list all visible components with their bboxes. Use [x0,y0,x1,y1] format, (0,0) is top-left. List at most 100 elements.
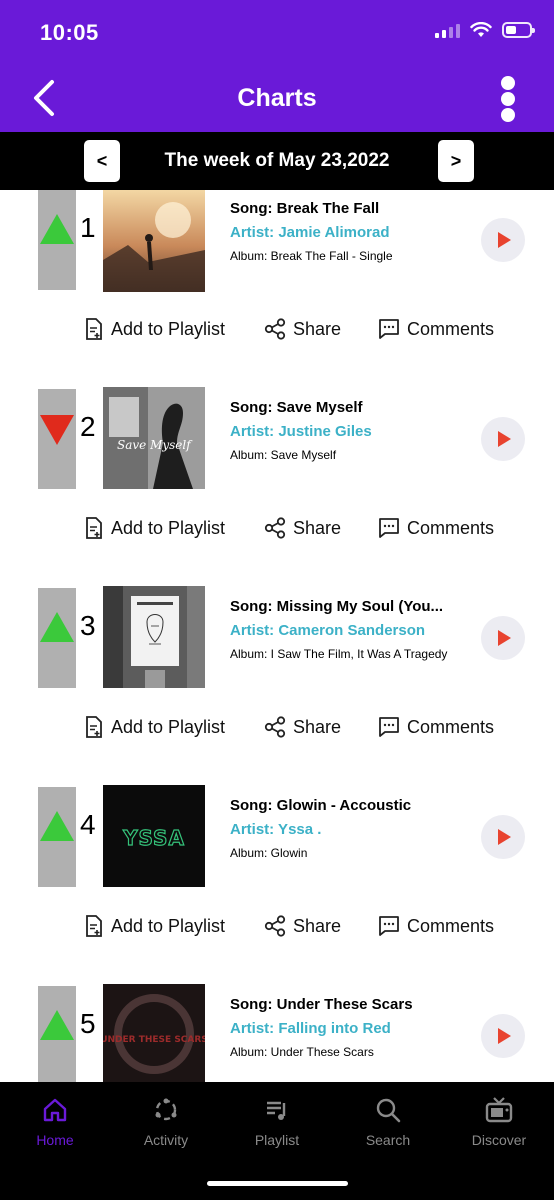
rank-number: 4 [80,809,96,840]
artist-name[interactable]: Artist: Falling into Red [230,1020,391,1037]
trend-up-icon [40,811,74,841]
tab-discover[interactable]: Discover [444,1096,554,1148]
share-label: Share [293,517,342,538]
share-button[interactable]: Share [264,517,341,539]
song-title: Song: Glowin - Accoustic [230,797,412,814]
chart-item: 3 Song: Missing My Soul (You... Artist: … [0,578,554,778]
song-title: Song: Missing My Soul (You... [230,598,444,615]
rank-number: 3 [80,610,96,641]
comment-icon [379,319,399,339]
playlist-add-icon [86,318,102,340]
tab-home[interactable]: Home [0,1096,110,1148]
album-cover[interactable] [103,586,205,688]
play-button[interactable] [481,218,525,262]
album-name: Album: Break The Fall - Single [230,249,393,263]
comment-icon [379,518,399,538]
add-to-playlist-button[interactable]: Add to Playlist [84,517,225,539]
playlist-add-icon [86,716,102,738]
tab-playlist-label: Playlist [254,1132,300,1148]
tab-activity-label: Activity [143,1132,189,1148]
tab-home-label: Home [36,1132,74,1148]
share-icon [264,915,286,937]
share-label: Share [293,716,342,737]
tab-discover-label: Discover [471,1132,527,1148]
song-title: Song: Break The Fall [230,200,380,217]
artist-name[interactable]: Artist: Yssa . [230,821,321,838]
status-bar: 10:05 [0,0,554,66]
activity-icon [155,1098,177,1121]
comments-label: Comments [407,716,495,737]
more-options-button[interactable] [496,74,522,124]
playlist-add-icon [86,915,102,937]
add-to-playlist-label: Add to Playlist [111,716,226,737]
trend-up-icon [40,214,74,244]
share-label: Share [293,318,342,339]
play-button[interactable] [481,815,525,859]
tab-activity[interactable]: Activity [111,1096,221,1148]
play-button[interactable] [481,1014,525,1058]
battery-level [506,26,516,34]
tab-playlist[interactable]: Playlist [222,1096,332,1148]
share-button[interactable]: Share [264,318,341,340]
share-button[interactable]: Share [264,716,341,738]
album-cover[interactable] [103,190,205,292]
comments-label: Comments [407,318,495,339]
add-to-playlist-button[interactable]: Add to Playlist [84,716,225,738]
page-title: Charts [237,84,317,112]
share-icon [264,517,286,539]
cover-title: YSSA [122,826,185,850]
tv-icon [485,1097,513,1123]
add-to-playlist-label: Add to Playlist [111,517,226,538]
add-to-playlist-button[interactable]: Add to Playlist [84,318,225,340]
next-week-button[interactable]: > [438,140,474,182]
comments-label: Comments [407,915,495,936]
album-cover[interactable]: UNDER THESE SCARS [103,984,205,1082]
chart-item: 5 UNDER THESE SCARS Song: Under These Sc… [0,976,554,1082]
playlist-icon [267,1101,286,1120]
trend-down-icon [40,415,74,445]
chart-item: 1 Song: Break The Fall Artist: Jamie Ali… [0,190,554,380]
album-name: Album: I Saw The Film, It Was A Tragedy [230,647,448,661]
cover-title: UNDER THESE SCARS [103,1035,205,1045]
album-cover[interactable]: YSSA [103,785,205,887]
add-to-playlist-button[interactable]: Add to Playlist [84,915,225,937]
comments-button[interactable]: Comments [378,915,494,937]
rank-number: 5 [80,1008,96,1039]
add-to-playlist-label: Add to Playlist [111,318,226,339]
chart-item: 4 YSSA Song: Glowin - Accoustic Artist: … [0,777,554,977]
rank-number: 2 [80,411,96,442]
album-name: Album: Under These Scars [230,1045,374,1059]
song-title: Song: Under These Scars [230,996,413,1013]
playlist-add-icon [86,517,102,539]
comments-label: Comments [407,517,495,538]
comments-button[interactable]: Comments [378,318,494,340]
comment-icon [379,916,399,936]
trend-up-icon [40,1010,74,1040]
comments-button[interactable]: Comments [378,716,494,738]
share-icon [264,716,286,738]
add-to-playlist-label: Add to Playlist [111,915,226,936]
comments-button[interactable]: Comments [378,517,494,539]
chart-list[interactable]: 1 Song: Break The Fall Artist: Jamie Ali… [0,190,554,1082]
share-button[interactable]: Share [264,915,341,937]
cellular-signal-icon [435,22,460,38]
search-icon [376,1098,401,1123]
week-selector: < The week of May 23,2022 > [0,132,554,190]
tab-search[interactable]: Search [333,1096,443,1148]
battery-icon [502,22,535,38]
song-title: Song: Save Myself [230,399,363,416]
artist-name[interactable]: Artist: Justine Giles [230,423,372,440]
home-icon [43,1098,67,1122]
rank-number: 1 [80,212,96,243]
nav-bar: Charts [0,66,554,132]
album-name: Album: Save Myself [230,448,337,462]
comment-icon [379,717,399,737]
album-name: Album: Glowin [230,846,308,860]
play-button[interactable] [481,417,525,461]
album-cover[interactable]: Save Myself [103,387,205,489]
artist-name[interactable]: Artist: Jamie Alimorad [230,224,390,241]
cover-title: Save Myself [117,438,193,452]
play-button[interactable] [481,616,525,660]
artist-name[interactable]: Artist: Cameron Sanderson [230,622,425,639]
share-label: Share [293,915,342,936]
